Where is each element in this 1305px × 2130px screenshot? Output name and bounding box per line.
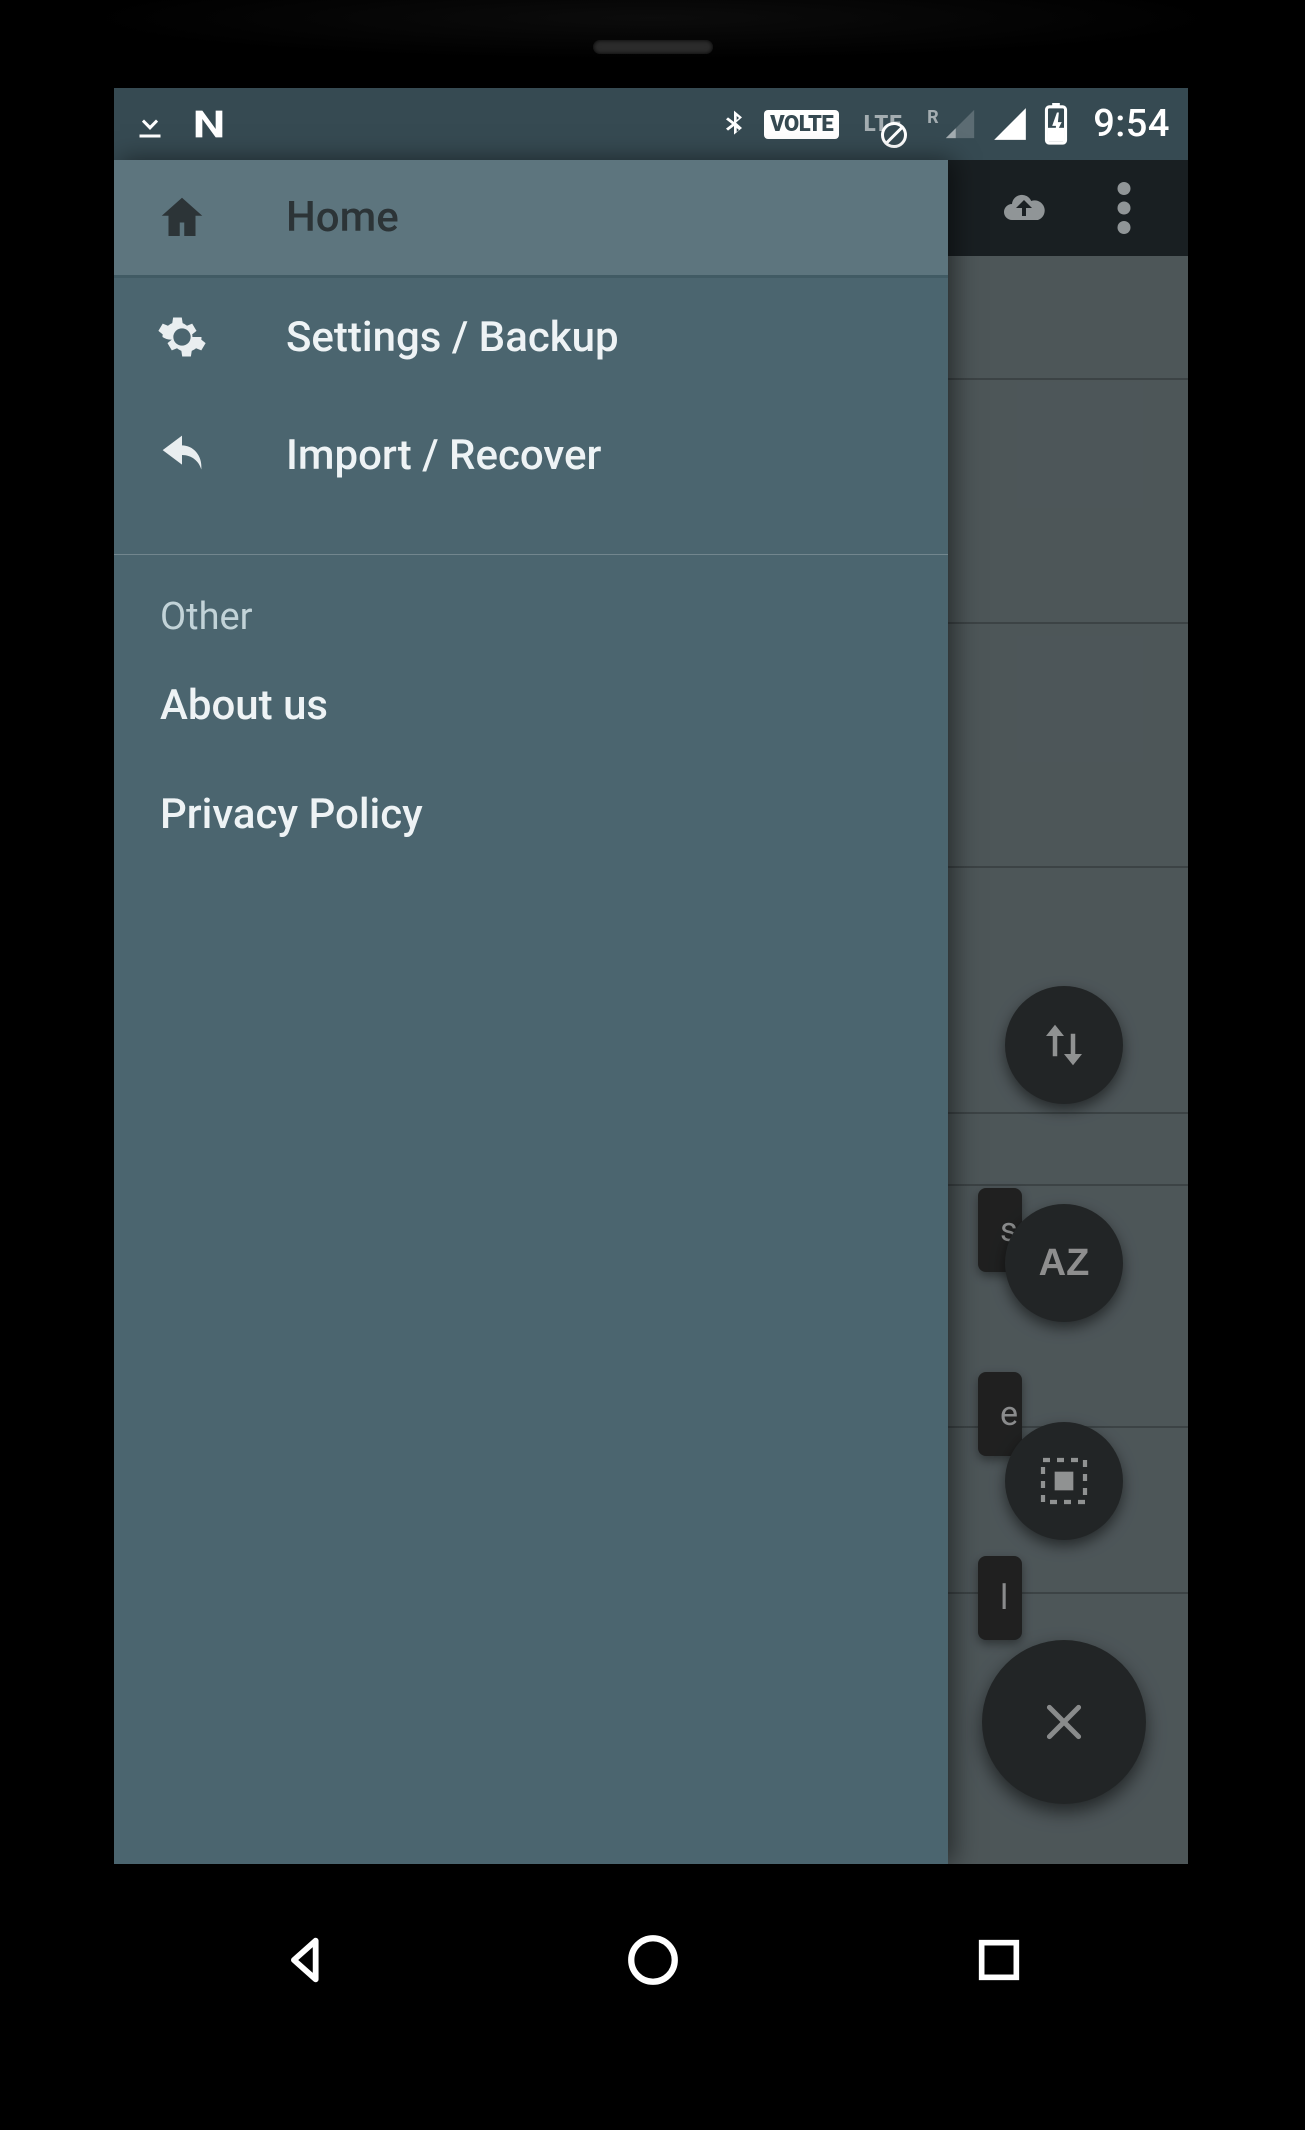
system-nav-bar (0, 1900, 1305, 2020)
lte-disabled-icon: LTE (853, 104, 913, 144)
nav-drawer: Home Settings / Backup Import / Recover … (114, 160, 948, 1864)
drawer-item-label: Settings / Backup (286, 313, 619, 362)
status-clock: 9:54 (1093, 102, 1170, 146)
drawer-item-settings-backup[interactable]: Settings / Backup (114, 278, 948, 396)
android-n-icon (186, 104, 232, 144)
nav-home-button[interactable] (613, 1920, 693, 2000)
undo-icon (146, 435, 218, 475)
drawer-item-import-recover[interactable]: Import / Recover (114, 396, 948, 514)
more-vert-icon[interactable] (1096, 180, 1152, 236)
fab-select-all[interactable] (1005, 1422, 1123, 1540)
home-icon (146, 191, 218, 245)
drawer-link-privacy-policy[interactable]: Privacy Policy (114, 760, 948, 869)
fab-swap-vertical[interactable] (1005, 986, 1123, 1104)
drawer-item-label: Import / Recover (286, 431, 601, 480)
status-bar: VOLTE LTE R (114, 88, 1188, 160)
fab-stack: AZ (982, 986, 1146, 1804)
battery-charging-icon (1043, 103, 1069, 145)
cloud-upload-icon[interactable] (996, 180, 1052, 236)
status-right: VOLTE LTE R (718, 102, 1170, 146)
drawer-item-label: Home (286, 193, 399, 242)
nav-back-button[interactable] (266, 1920, 346, 2000)
drawer-link-label: Privacy Policy (160, 790, 423, 839)
status-left (132, 104, 232, 144)
phone-speaker (593, 40, 713, 54)
drawer-section-other: Other (114, 563, 948, 651)
fab-sort-az[interactable]: AZ (1005, 1204, 1123, 1322)
download-icon (132, 104, 168, 144)
fab-close[interactable] (982, 1640, 1146, 1804)
signal-weak-roaming-icon: R (927, 107, 977, 141)
bluetooth-icon (718, 104, 750, 144)
screen: VOLTE LTE R (114, 88, 1188, 1864)
volte-badge: VOLTE (764, 110, 839, 139)
drawer-link-label: About us (160, 681, 328, 730)
nav-recents-button[interactable] (959, 1920, 1039, 2000)
az-icon: AZ (1039, 1242, 1090, 1285)
drawer-link-about-us[interactable]: About us (114, 651, 948, 760)
signal-full-icon (991, 105, 1029, 143)
drawer-separator (114, 554, 948, 555)
drawer-item-home[interactable]: Home (114, 160, 948, 278)
gear-icon (146, 311, 218, 363)
device-frame: VOLTE LTE R (0, 0, 1305, 2130)
